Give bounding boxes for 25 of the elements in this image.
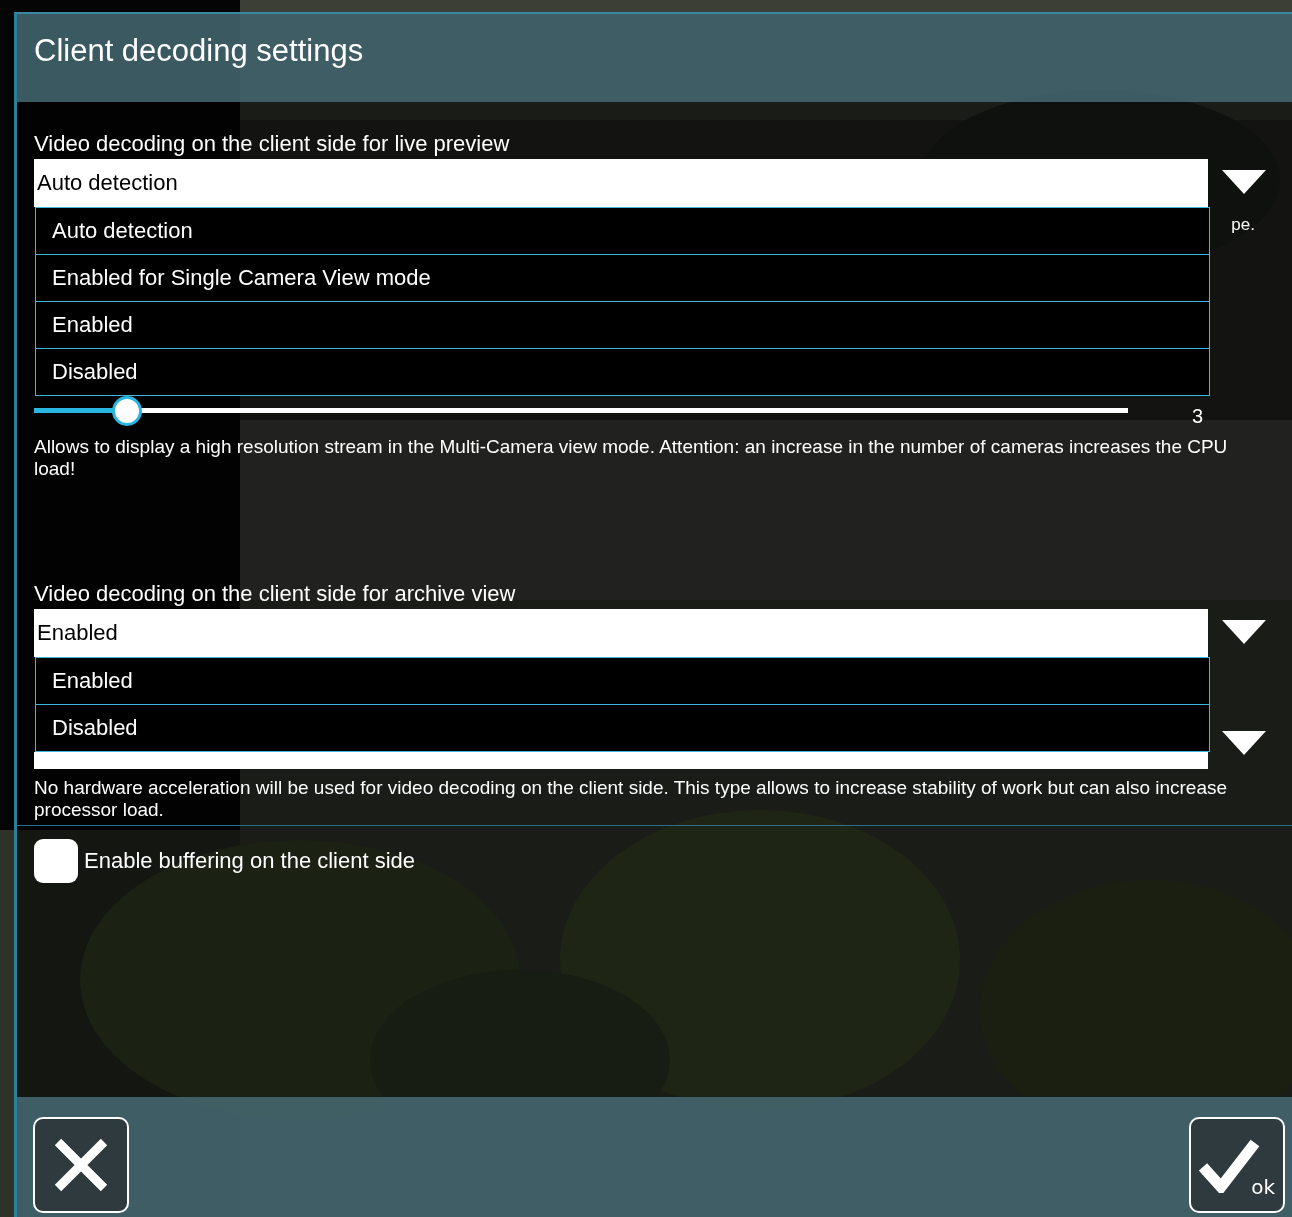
ok-button[interactable]: ok: [1189, 1117, 1285, 1213]
checkbox-label: Enable buffering on the client side: [84, 848, 416, 874]
select-field[interactable]: Auto detection: [34, 159, 1208, 207]
dialog-title: Client decoding settings: [34, 33, 364, 70]
select-field[interactable]: [34, 752, 1208, 769]
slider[interactable]: [34, 396, 1128, 426]
checkbox[interactable]: [34, 839, 78, 883]
field-label: Video decoding on the client side for archive view: [34, 580, 517, 608]
hint-text: pe.: [1231, 215, 1255, 236]
select-field[interactable]: Enabled: [34, 609, 1208, 657]
dropdown-arrow-icon[interactable]: [1222, 620, 1266, 646]
dropdown-option[interactable]: Enabled for Single Camera View mode: [35, 255, 1210, 302]
dropdown-option[interactable]: Disabled: [35, 349, 1210, 396]
dropdown-option[interactable]: Auto detection: [35, 207, 1210, 255]
dropdown-option[interactable]: Disabled: [35, 705, 1210, 752]
dropdown-option[interactable]: Enabled: [35, 302, 1210, 349]
dropdown-option[interactable]: Enabled: [35, 657, 1210, 705]
slider-value: 3: [1192, 404, 1204, 428]
description-text: Allows to display a high resolution stream in the Multi-Camera view mode. Attention: an increase in the number of cameras increases the CPU load!: [34, 436, 1229, 480]
cancel-button[interactable]: [33, 1117, 129, 1213]
field-label: Video decoding on the client side for live preview: [34, 130, 511, 158]
dropdown-arrow-icon[interactable]: [1222, 731, 1266, 757]
close-icon: [52, 1136, 110, 1194]
dropdown-arrow-icon[interactable]: [1222, 170, 1266, 196]
description-text: No hardware acceleration will be used for video decoding on the client side. This type allows to increase stability of work but can also increase processor load.: [34, 777, 1229, 821]
